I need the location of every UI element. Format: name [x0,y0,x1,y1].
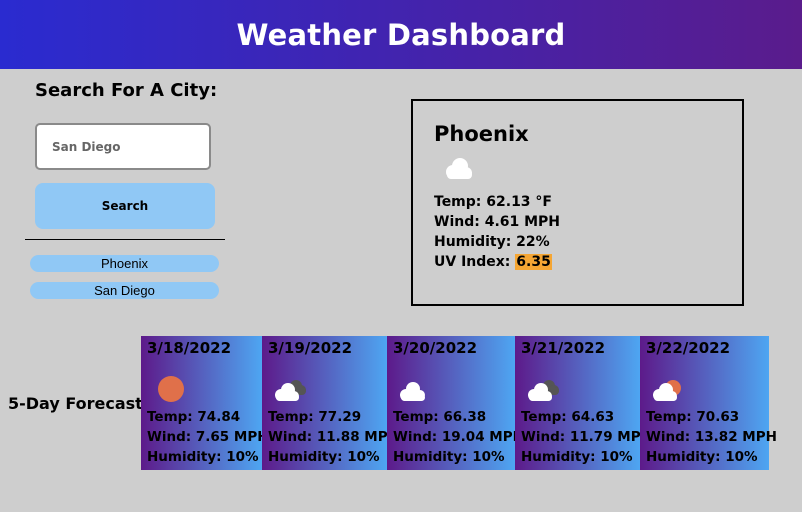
forecast-label: 5-Day Forecast: [8,394,150,413]
forecast-card: 3/19/2022 Temp: 77.29 Wind: 11.88 MPH Hu… [262,336,399,470]
history-button-phoenix[interactable]: Phoenix [30,255,219,272]
search-button[interactable]: Search [35,183,215,229]
forecast-date: 3/20/2022 [393,339,478,357]
forecast-humidity: Humidity: 10% [646,449,758,465]
history-button-san-diego[interactable]: San Diego [30,282,219,299]
forecast-card: 3/20/2022 Temp: 66.38 Wind: 19.04 MPH Hu… [387,336,524,470]
current-city-name: Phoenix [434,122,529,146]
forecast-wind: Wind: 11.79 MPH [521,429,652,445]
forecast-temp: Temp: 77.29 [268,409,362,425]
current-wind: Wind: 4.61 MPH [434,214,561,230]
uv-index-label: UV Index: [434,254,516,270]
cloud-icon [446,158,472,179]
forecast-wind: Wind: 11.88 MPH [268,429,399,445]
current-uv-index: UV Index: 6.35 [434,252,742,272]
header-bar: Weather Dashboard [0,0,802,69]
forecast-card: 3/22/2022 Temp: 70.63 Wind: 13.82 MPH Hu… [640,336,777,470]
forecast-icon-wrap [393,367,515,407]
forecast-humidity: Humidity: 10% [393,449,505,465]
forecast-date: 3/18/2022 [147,339,232,357]
forecast-date: 3/19/2022 [268,339,353,357]
forecast-temp: Temp: 64.63 [521,409,615,425]
forecast-card: 3/21/2022 Temp: 64.63 Wind: 11.79 MPH Hu… [515,336,652,470]
forecast-temp: Temp: 70.63 [646,409,740,425]
forecast-card: 3/18/2022 Temp: 74.84 Wind: 7.65 MPH Hum… [141,336,269,470]
city-search-input[interactable] [35,123,211,170]
forecast-date: 3/21/2022 [521,339,606,357]
broken-clouds-icon [528,380,559,401]
forecast-date: 3/22/2022 [646,339,731,357]
page-title: Weather Dashboard [236,17,566,52]
current-weather-card: Phoenix Temp: 62.13 °F Wind: 4.61 MPH Hu… [411,99,744,306]
forecast-icon-wrap [521,367,640,407]
current-humidity: Humidity: 22% [434,234,550,250]
forecast-icon-wrap [268,367,387,407]
forecast-wind: Wind: 7.65 MPH [147,429,269,445]
forecast-wind: Wind: 19.04 MPH [393,429,524,445]
forecast-temp: Temp: 66.38 [393,409,487,425]
forecast-icon-wrap [646,367,769,407]
partly-cloudy-icon [653,380,681,401]
forecast-temp: Temp: 74.84 [147,409,241,425]
current-weather-icon-wrap [438,152,742,192]
uv-index-value: 6.35 [515,254,552,270]
current-temp: Temp: 62.13 °F [434,194,552,210]
forecast-humidity: Humidity: 10% [521,449,633,465]
divider [25,239,225,240]
sun-icon [158,376,184,402]
cloud-icon [400,382,425,401]
forecast-wind: Wind: 13.82 MPH [646,429,777,445]
forecast-humidity: Humidity: 10% [147,449,259,465]
search-heading: Search For A City: [35,80,218,101]
forecast-icon-wrap [147,367,262,407]
forecast-humidity: Humidity: 10% [268,449,380,465]
broken-clouds-icon [275,380,306,401]
